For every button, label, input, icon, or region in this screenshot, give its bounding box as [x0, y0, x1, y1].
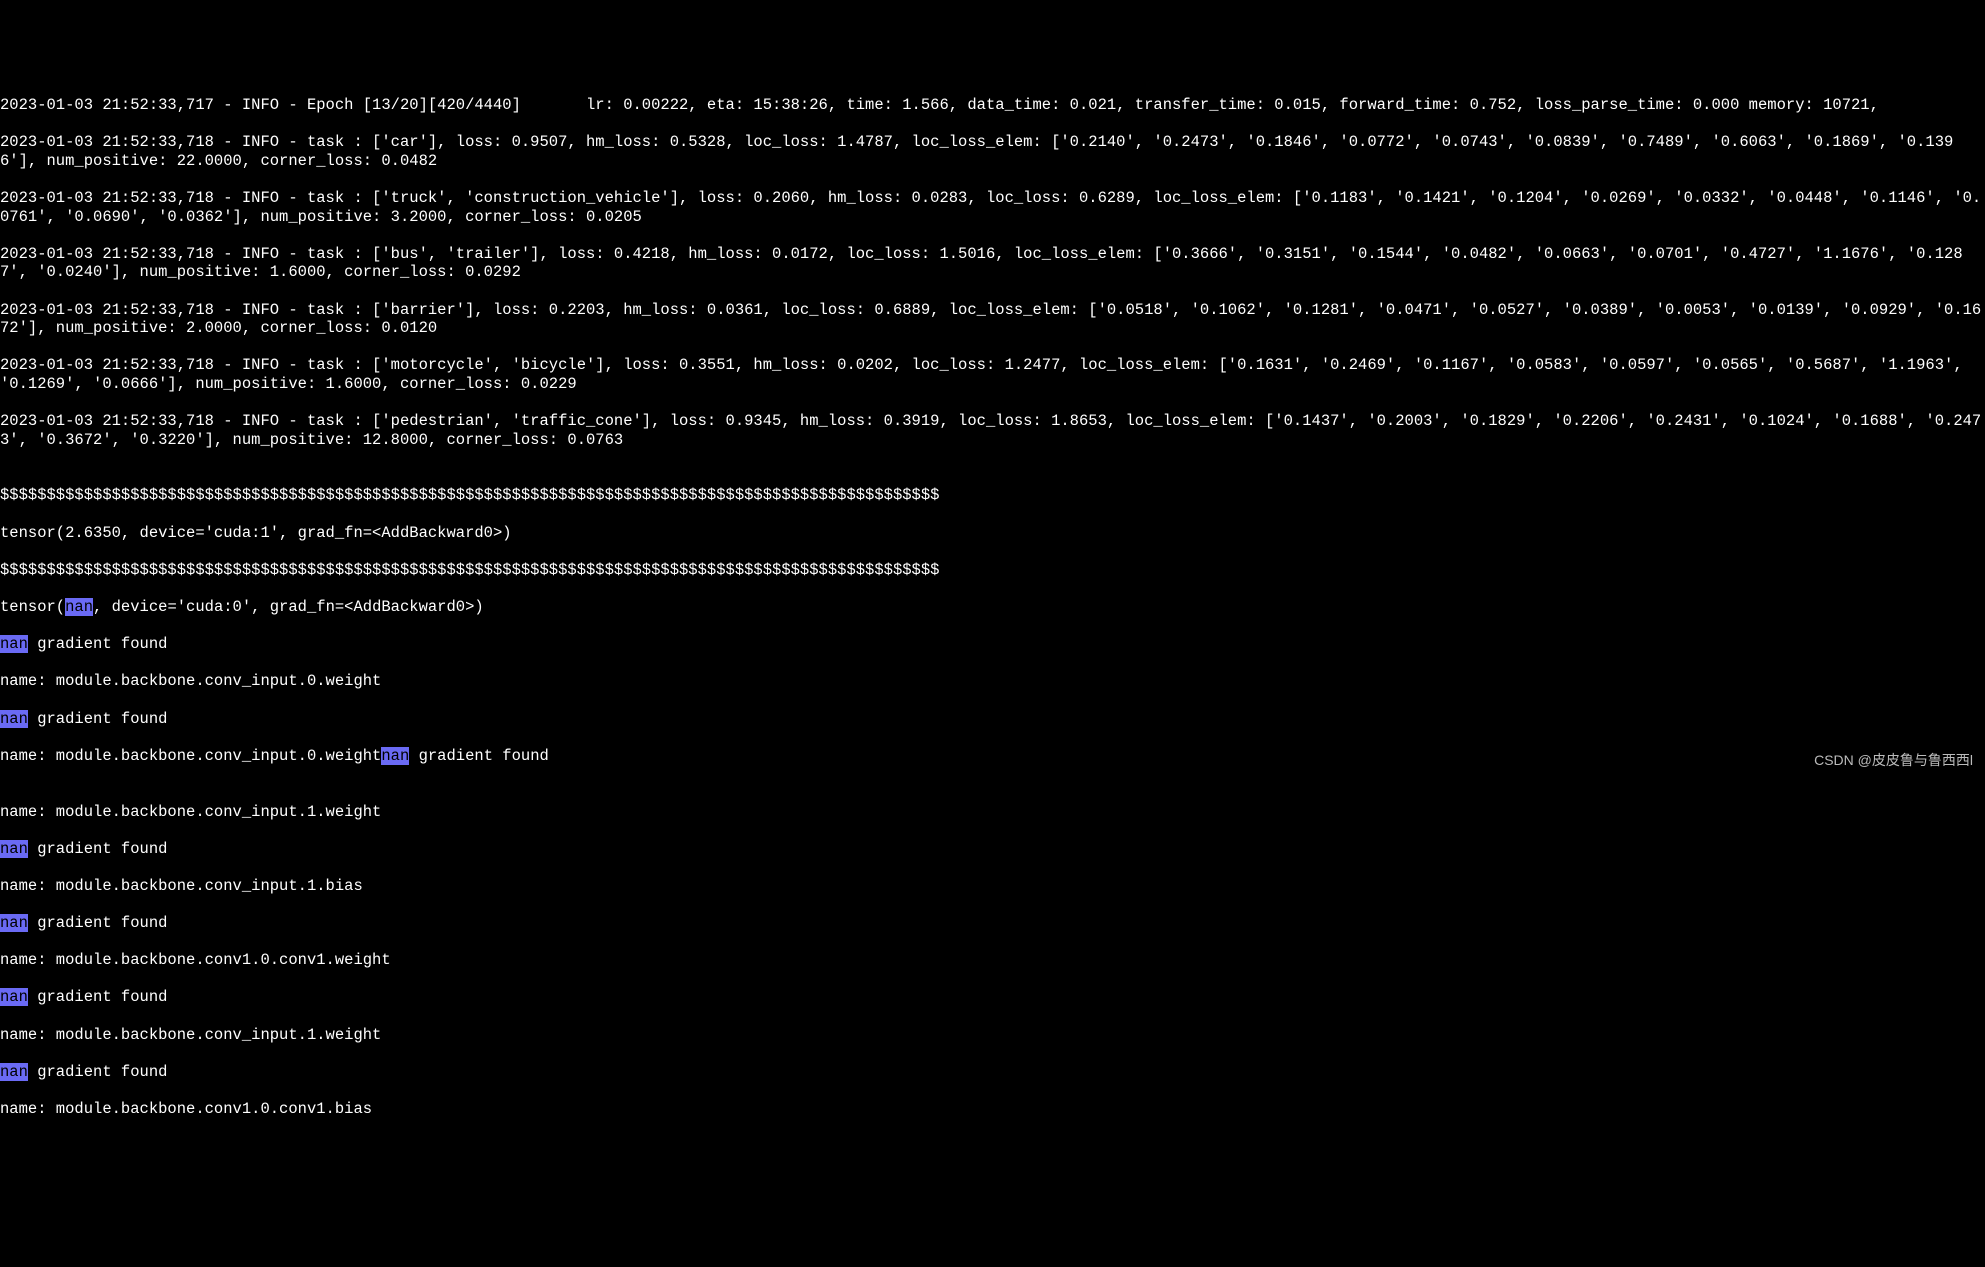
- nan-highlight: nan: [0, 988, 28, 1006]
- log-task-bus: 2023-01-03 21:52:33,718 - INFO - task : …: [0, 245, 1985, 282]
- tensor-cuda0-nan: tensor(nan, device='cuda:0', grad_fn=<Ad…: [0, 598, 1985, 617]
- nan-gradient-line: nan gradient found: [0, 635, 1985, 654]
- nan-gradient-line: nan gradient found: [0, 914, 1985, 933]
- dollar-separator: $$$$$$$$$$$$$$$$$$$$$$$$$$$$$$$$$$$$$$$$…: [0, 486, 1985, 505]
- log-task-truck: 2023-01-03 21:52:33,718 - INFO - task : …: [0, 189, 1985, 226]
- log-task-barrier: 2023-01-03 21:52:33,718 - INFO - task : …: [0, 301, 1985, 338]
- nan-gradient-line: nan gradient found: [0, 988, 1985, 1007]
- param-name: name: module.backbone.conv_input.1.bias: [0, 877, 1985, 896]
- log-task-motorcycle: 2023-01-03 21:52:33,718 - INFO - task : …: [0, 356, 1985, 393]
- nan-highlight: nan: [0, 635, 28, 653]
- param-name-plus-nan: name: module.backbone.conv_input.0.weigh…: [0, 747, 1985, 766]
- nan-highlight: nan: [0, 914, 28, 932]
- param-name: name: module.backbone.conv_input.1.weigh…: [0, 803, 1985, 822]
- nan-highlight: nan: [381, 747, 409, 765]
- nan-highlight: nan: [0, 710, 28, 728]
- csdn-watermark: CSDN @皮皮鲁与鲁西西l: [1814, 752, 1973, 769]
- nan-gradient-line: nan gradient found: [0, 710, 1985, 729]
- param-name: name: module.backbone.conv_input.1.weigh…: [0, 1026, 1985, 1045]
- nan-gradient-line: nan gradient found: [0, 840, 1985, 859]
- param-name-cut: name: module.backbone.conv1.0.conv1.bias: [0, 1100, 1985, 1119]
- nan-gradient-line: nan gradient found: [0, 1063, 1985, 1082]
- nan-highlight: nan: [0, 840, 28, 858]
- tensor-cuda1: tensor(2.6350, device='cuda:1', grad_fn=…: [0, 524, 1985, 543]
- log-task-car: 2023-01-03 21:52:33,718 - INFO - task : …: [0, 133, 1985, 170]
- nan-highlight: nan: [65, 598, 93, 616]
- log-epoch: 2023-01-03 21:52:33,717 - INFO - Epoch […: [0, 96, 1985, 115]
- nan-highlight: nan: [0, 1063, 28, 1081]
- dollar-separator: $$$$$$$$$$$$$$$$$$$$$$$$$$$$$$$$$$$$$$$$…: [0, 561, 1985, 580]
- param-name: name: module.backbone.conv1.0.conv1.weig…: [0, 951, 1985, 970]
- param-name: name: module.backbone.conv_input.0.weigh…: [0, 672, 1985, 691]
- terminal-output: 2023-01-03 21:52:33,717 - INFO - Epoch […: [0, 74, 1985, 1137]
- log-task-pedestrian: 2023-01-03 21:52:33,718 - INFO - task : …: [0, 412, 1985, 449]
